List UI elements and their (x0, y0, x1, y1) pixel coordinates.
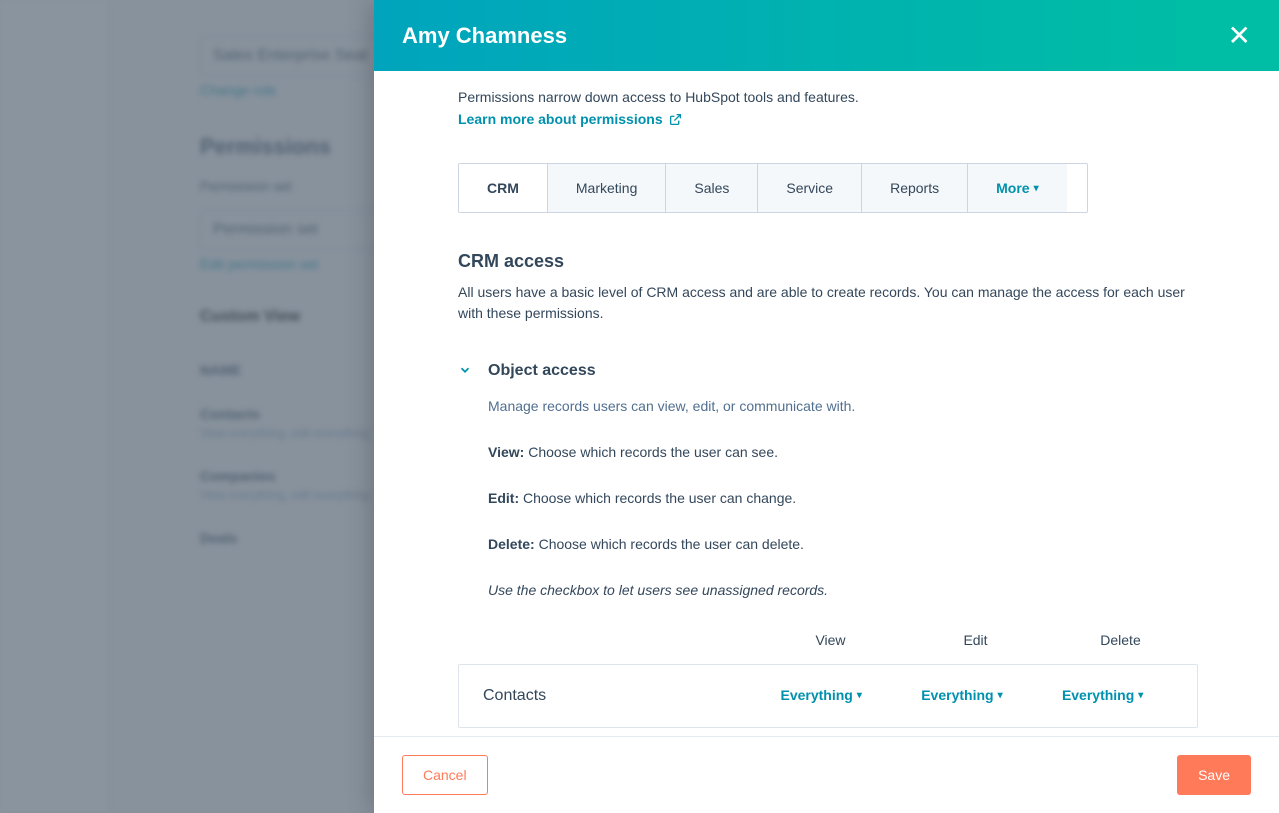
view-definition: View: Choose which records the user can … (488, 444, 1251, 460)
table-header: View Edit Delete (458, 632, 1198, 664)
permission-tabs: CRM Marketing Sales Service Reports More… (458, 163, 1088, 213)
learn-more-link[interactable]: Learn more about permissions (458, 111, 682, 127)
table-row: Contacts Everything ▾ Everything ▾ Every (458, 664, 1198, 728)
crm-access-heading: CRM access (458, 251, 1251, 272)
delete-definition: Delete: Choose which records the user ca… (488, 536, 1251, 552)
permissions-intro: Permissions narrow down access to HubSpo… (458, 89, 1251, 105)
object-access-table: View Edit Delete Contacts Everything ▾ E… (458, 632, 1198, 728)
caret-down-icon: ▾ (1138, 690, 1143, 701)
edit-dropdown[interactable]: Everything ▾ (921, 687, 1002, 703)
cancel-button[interactable]: Cancel (402, 755, 488, 795)
delete-dropdown[interactable]: Everything ▾ (1062, 687, 1143, 703)
save-button[interactable]: Save (1177, 755, 1251, 795)
object-access-desc: Manage records users can view, edit, or … (488, 398, 1251, 414)
caret-down-icon: ▾ (857, 690, 862, 701)
col-header-delete: Delete (1048, 632, 1193, 648)
tab-sales[interactable]: Sales (666, 164, 758, 212)
learn-more-label: Learn more about permissions (458, 111, 663, 127)
col-header-view: View (758, 632, 903, 648)
tab-service[interactable]: Service (758, 164, 862, 212)
unassigned-hint: Use the checkbox to let users see unassi… (488, 582, 1251, 598)
external-link-icon (669, 113, 682, 126)
tab-crm[interactable]: CRM (459, 164, 548, 212)
modal-header: Amy Chamness ✕ (374, 0, 1279, 71)
tab-more-label: More (996, 180, 1029, 196)
chevron-down-icon (458, 363, 472, 380)
user-permissions-modal: Amy Chamness ✕ Permissions narrow down a… (374, 0, 1279, 813)
caret-down-icon: ▾ (998, 690, 1003, 701)
object-access-heading: Object access (488, 362, 596, 380)
modal-footer: Cancel Save (374, 736, 1279, 813)
edit-definition: Edit: Choose which records the user can … (488, 490, 1251, 506)
tab-reports[interactable]: Reports (862, 164, 968, 212)
close-icon[interactable]: ✕ (1228, 22, 1251, 50)
row-name: Contacts (483, 687, 751, 705)
modal-body[interactable]: Permissions narrow down access to HubSpo… (374, 71, 1279, 736)
col-header-edit: Edit (903, 632, 1048, 648)
crm-access-desc: All users have a basic level of CRM acce… (458, 282, 1198, 324)
view-dropdown[interactable]: Everything ▾ (781, 687, 862, 703)
tab-more[interactable]: More ▾ (968, 164, 1066, 212)
object-access-toggle[interactable]: Object access (458, 362, 1251, 380)
caret-down-icon: ▾ (1034, 183, 1039, 194)
tab-marketing[interactable]: Marketing (548, 164, 666, 212)
modal-title: Amy Chamness (402, 23, 567, 49)
